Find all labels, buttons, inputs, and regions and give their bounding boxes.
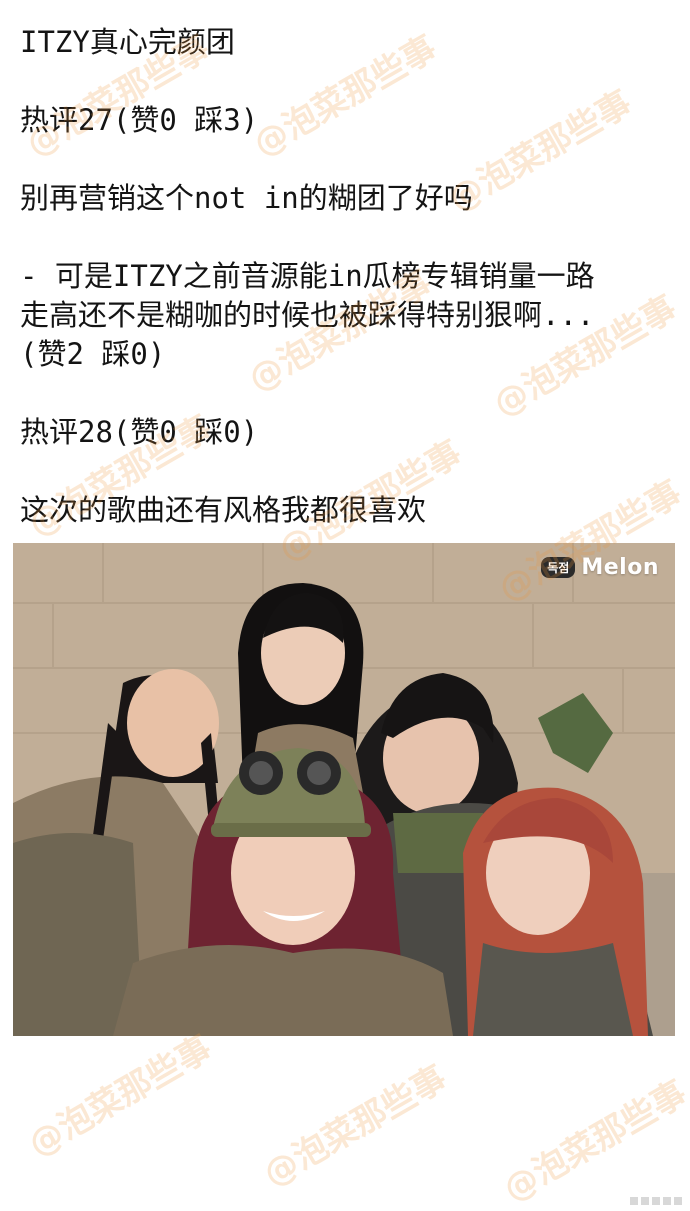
watermark: @泡菜那些事: [256, 1058, 454, 1195]
corner-marker: [630, 1197, 682, 1205]
comment-27-header: 热评27(赞0 踩3): [20, 103, 259, 137]
melon-badge: 독점 Melon: [541, 555, 659, 580]
reply-votes: (赞2 踩0): [20, 337, 166, 371]
reply-text-line-1: - 可是ITZY之前音源能in瓜榜专辑销量一路: [20, 259, 595, 293]
comment-28-text: 这次的歌曲还有风格我都很喜欢: [20, 493, 427, 527]
reply-text-line-2: 走高还不是糊咖的时候也被踩得特别狠啊...: [20, 298, 595, 332]
watermark: @泡菜那些事: [496, 1073, 690, 1210]
comment-27-text: 别再营销这个not in的糊团了好吗: [20, 181, 473, 215]
watermark: @泡菜那些事: [246, 28, 444, 165]
comment-28-header: 热评28(赞0 踩0): [20, 415, 259, 449]
melon-exclusive-tag: 독점: [541, 557, 576, 578]
melon-logo: Melon: [581, 555, 659, 580]
group-photo: 독점 Melon: [13, 543, 675, 1036]
watermark: @泡菜那些事: [21, 1028, 219, 1165]
group-photo-illustration: [13, 543, 675, 1036]
post-title: ITZY真心完颜团: [20, 25, 235, 59]
